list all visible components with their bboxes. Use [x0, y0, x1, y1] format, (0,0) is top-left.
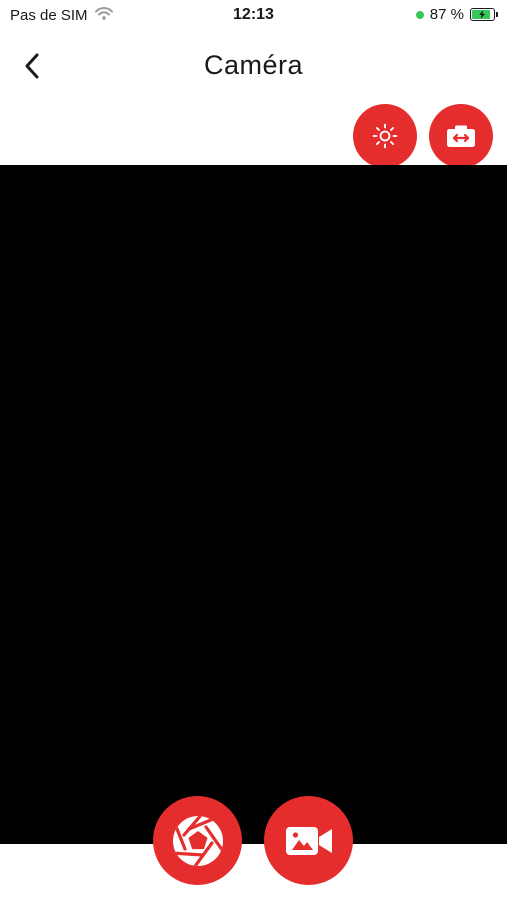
- brightness-button[interactable]: [353, 104, 417, 168]
- brightness-icon: [372, 123, 398, 149]
- status-right: 87 %: [415, 6, 498, 23]
- nav-bar: Caméra: [0, 32, 507, 100]
- switch-camera-button[interactable]: [429, 104, 493, 168]
- bolt-icon: [479, 10, 486, 19]
- location-dot-icon: [415, 10, 424, 19]
- camera-switch-icon: [447, 125, 475, 147]
- battery-cap: [496, 12, 498, 17]
- battery-percent: 87 %: [429, 6, 464, 23]
- page-title: Caméra: [203, 50, 304, 80]
- shutter-aperture-icon: [172, 815, 223, 866]
- battery-charging-icon: [470, 8, 498, 21]
- record-video-button[interactable]: [264, 796, 353, 885]
- video-camera-icon: [285, 826, 332, 855]
- take-photo-button[interactable]: [153, 796, 242, 885]
- status-bar: Pas de SIM 12:13 87 %: [0, 0, 507, 32]
- camera-preview[interactable]: [0, 165, 507, 844]
